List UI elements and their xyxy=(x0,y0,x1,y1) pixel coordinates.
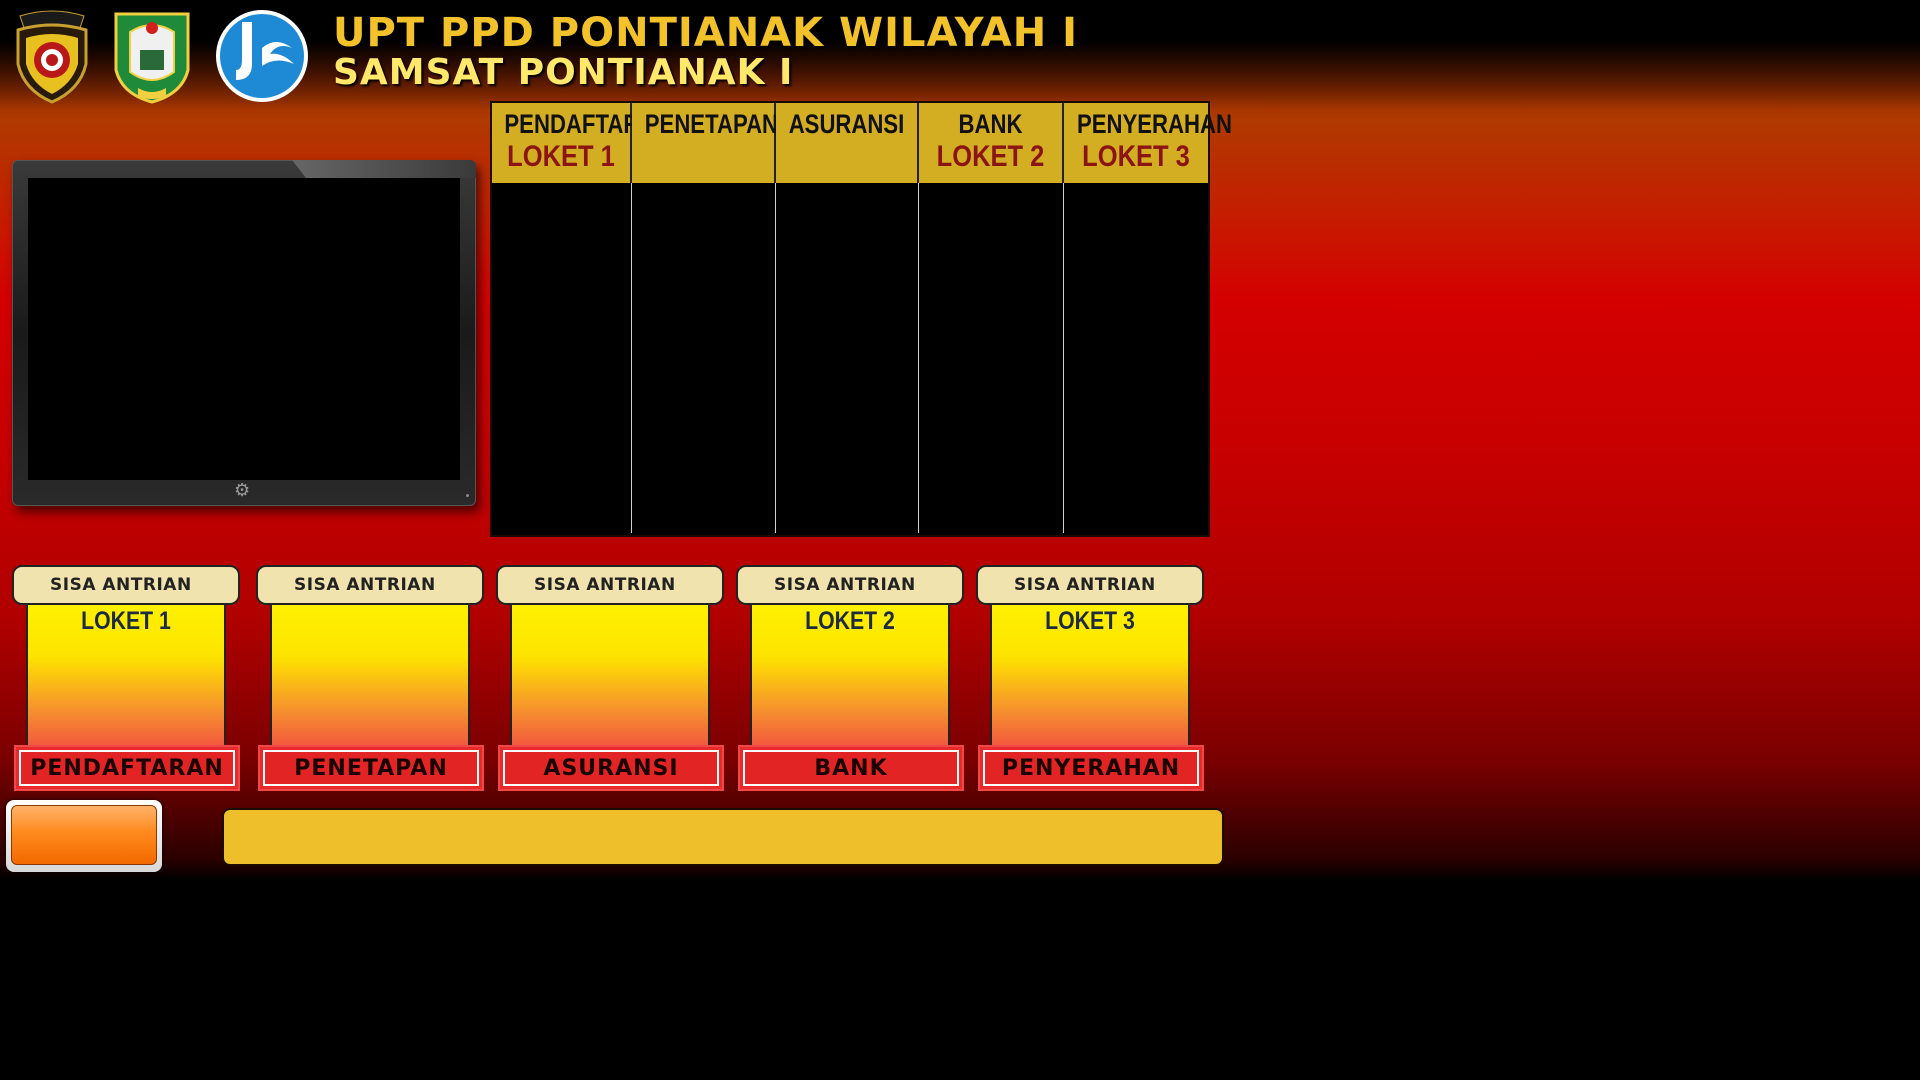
queue-column-pendaftaran xyxy=(492,183,632,533)
column-header-penyerahan: PENYERAHAN LOKET 3 xyxy=(1064,103,1232,183)
loket-label: LOKET 1 xyxy=(81,607,171,635)
running-text-bar xyxy=(222,808,1224,866)
penyerahan-button[interactable]: PENYERAHAN xyxy=(978,745,1204,791)
queue-column-asuransi xyxy=(776,183,919,533)
video-display[interactable]: ⚙ xyxy=(12,160,476,506)
counter-display: LOKET 2 xyxy=(750,605,950,753)
remaining-queue-label: SISA ANTRIAN xyxy=(976,565,1204,605)
video-screen[interactable] xyxy=(28,178,460,480)
asuransi-button[interactable]: ASURANSI xyxy=(498,745,724,791)
counter-display xyxy=(510,605,710,753)
loket-label: LOKET 2 xyxy=(805,607,895,635)
page-subtitle: SAMSAT PONTIANAK I xyxy=(333,52,794,93)
gear-icon: ⚙ xyxy=(234,480,251,501)
queue-column-penetapan xyxy=(632,183,776,533)
power-led xyxy=(466,494,469,497)
remaining-queue-label: SISA ANTRIAN xyxy=(12,565,240,605)
column-header-asuransi: ASURANSI xyxy=(776,103,919,183)
counter-card-asuransi: SISA ANTRIAN ASURANSI xyxy=(496,565,728,793)
page-title: UPT PPD PONTIANAK WILAYAH I xyxy=(333,10,1079,56)
queue-column-penyerahan xyxy=(1064,183,1208,533)
queue-column-bank xyxy=(919,183,1064,533)
remaining-queue-label: SISA ANTRIAN xyxy=(736,565,964,605)
orange-action-button[interactable] xyxy=(6,800,162,872)
counter-card-pendaftaran: SISA ANTRIAN LOKET 1 PENDAFTARAN xyxy=(12,565,244,793)
province-logo xyxy=(114,12,190,104)
tv-bezel-glare xyxy=(292,160,476,178)
pendaftaran-button[interactable]: PENDAFTARAN xyxy=(14,745,240,791)
column-header-penetapan: PENETAPAN xyxy=(632,103,778,183)
jasa-raharja-logo xyxy=(216,10,308,102)
penetapan-button[interactable]: PENETAPAN xyxy=(258,745,484,791)
counter-card-penetapan: SISA ANTRIAN PENETAPAN xyxy=(256,565,488,793)
loket-label: LOKET 3 xyxy=(1045,607,1135,635)
bank-button[interactable]: BANK xyxy=(738,745,964,791)
counter-display: LOKET 3 xyxy=(990,605,1190,753)
counter-card-penyerahan: SISA ANTRIAN LOKET 3 PENYERAHAN xyxy=(976,565,1208,793)
remaining-queue-label: SISA ANTRIAN xyxy=(496,565,724,605)
counter-card-bank: SISA ANTRIAN LOKET 2 BANK xyxy=(736,565,968,793)
counter-display xyxy=(270,605,470,753)
counter-display: LOKET 1 xyxy=(26,605,226,753)
column-header-pendaftaran: PENDAFTARAN LOKET 1 xyxy=(492,103,671,183)
queue-table: PENDAFTARAN LOKET 1 PENETAPAN ASURANSI B… xyxy=(490,101,1232,537)
orange-button-face xyxy=(11,805,157,865)
column-header-bank: BANK LOKET 2 xyxy=(919,103,1064,183)
remaining-queue-label: SISA ANTRIAN xyxy=(256,565,484,605)
police-logo xyxy=(16,10,88,104)
